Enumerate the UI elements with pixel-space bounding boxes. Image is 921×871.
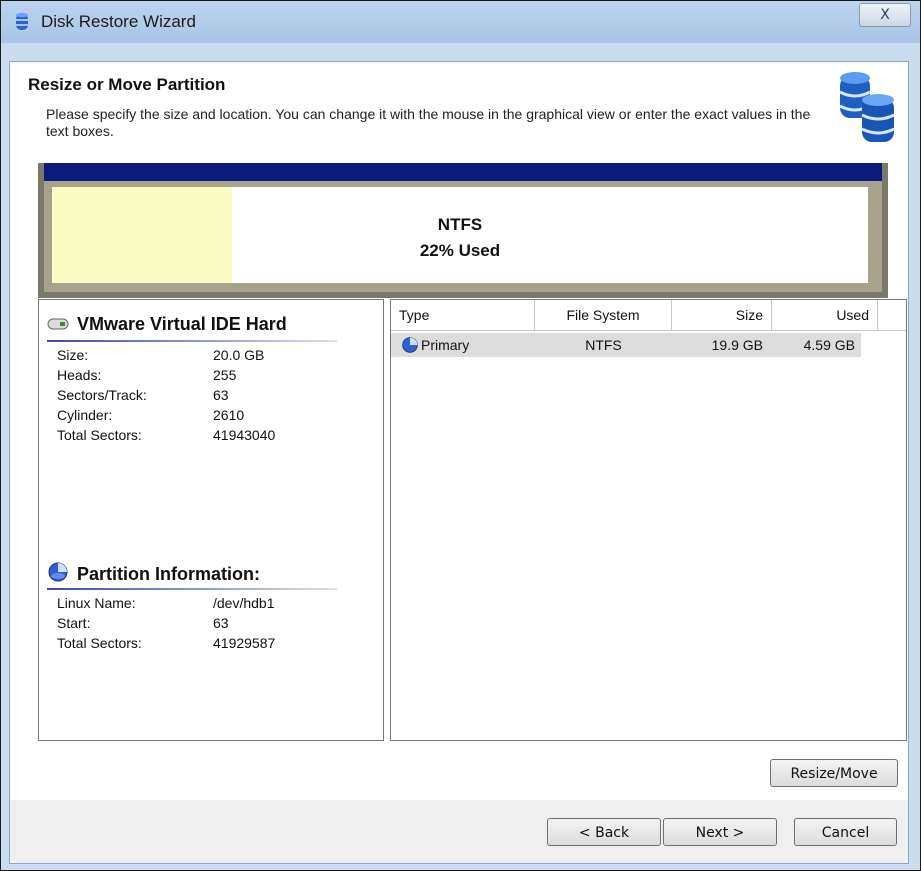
cell-type: Primary (421, 337, 470, 353)
field-value: 255 (213, 367, 237, 383)
database-icon (15, 12, 29, 37)
next-button[interactable]: Next > (663, 818, 777, 846)
partition-linux-name-row: Linux Name: /dev/hdb1 (57, 595, 275, 611)
field-value: 41943040 (213, 427, 276, 443)
disk-sectors-track-row: Sectors/Track: 63 (57, 387, 229, 403)
field-label: Linux Name: (57, 595, 136, 611)
partition-icon (401, 336, 419, 354)
field-value: 20.0 GB (213, 347, 265, 363)
partition-table: Type File System Size Used Primary NTFS … (390, 299, 907, 741)
section-divider (47, 588, 337, 590)
partition-info-title: Partition Information: (77, 564, 260, 584)
hard-disk-icon (47, 314, 69, 335)
close-icon: X (880, 7, 890, 23)
disk-frame: NTFS 22% Used (44, 181, 882, 292)
disk-info-panel: VMware Virtual IDE Hard Size: 20.0 GB Hea… (38, 299, 384, 741)
page-title: Resize or Move Partition (28, 75, 226, 94)
field-label: Total Sectors: (57, 427, 142, 443)
partition-total-sectors-row: Total Sectors: 41929587 (57, 635, 275, 651)
resize-move-button[interactable]: Resize/Move (770, 759, 898, 787)
databases-icon (836, 70, 898, 151)
cell-size: 19.9 GB (711, 337, 763, 353)
field-label: Heads: (57, 367, 102, 383)
column-header-used[interactable]: Used (772, 300, 878, 330)
field-value: /dev/hdb1 (213, 595, 275, 611)
section-divider (47, 340, 337, 342)
column-header-file-system[interactable]: File System (535, 300, 672, 330)
field-label: Total Sectors: (57, 635, 142, 651)
field-value: 63 (213, 615, 229, 631)
used-space-fill (52, 187, 232, 283)
wizard-footer: < Back Next > Cancel (10, 800, 908, 863)
partition-filesystem-label: NTFS (437, 215, 483, 234)
disk-info-heading: VMware Virtual IDE Hard (47, 314, 287, 335)
partition-start-row: Start: 63 (57, 615, 229, 631)
table-row[interactable]: Primary NTFS 19.9 GB 4.59 GB (391, 333, 861, 357)
column-header-size[interactable]: Size (672, 300, 772, 330)
back-button[interactable]: < Back (547, 818, 661, 846)
partition-graphical-view[interactable]: NTFS 22% Used (38, 163, 888, 298)
disk-size-row: Size: 20.0 GB (57, 347, 264, 363)
cell-used: 4.59 GB (803, 337, 855, 353)
page-description: Please specify the size and location. Yo… (46, 106, 811, 139)
disk-cylinder-row: Cylinder: 2610 (57, 407, 244, 423)
disk-info-title: VMware Virtual IDE Hard (77, 314, 287, 334)
title-bar[interactable]: Disk Restore Wizard X (1, 1, 920, 43)
close-button[interactable]: X (859, 3, 911, 27)
wizard-content: Resize or Move Partition Please specify … (9, 61, 909, 864)
disk-heads-row: Heads: 255 (57, 367, 236, 383)
field-label: Sectors/Track: (57, 387, 147, 403)
field-value: 2610 (213, 407, 245, 423)
field-label: Start: (57, 615, 91, 631)
column-header-type[interactable]: Type (391, 300, 535, 330)
field-value: 63 (213, 387, 229, 403)
disk-bar (44, 163, 882, 181)
field-label: Cylinder: (57, 407, 113, 423)
partition-block[interactable]: NTFS 22% Used (52, 187, 868, 283)
disk-restore-wizard-window: Disk Restore Wizard X Resize or Move Par… (0, 0, 921, 871)
cancel-button[interactable]: Cancel (794, 818, 897, 846)
partition-info-heading: Partition Information: (47, 561, 260, 588)
partition-icon (47, 561, 69, 588)
field-label: Size: (57, 347, 89, 363)
window-title: Disk Restore Wizard (41, 12, 196, 31)
table-header: Type File System Size Used (391, 300, 906, 331)
cell-file-system: NTFS (585, 337, 622, 353)
disk-total-sectors-row: Total Sectors: 41943040 (57, 427, 275, 443)
partition-used-label: 22% Used (419, 241, 501, 260)
field-value: 41929587 (213, 635, 276, 651)
